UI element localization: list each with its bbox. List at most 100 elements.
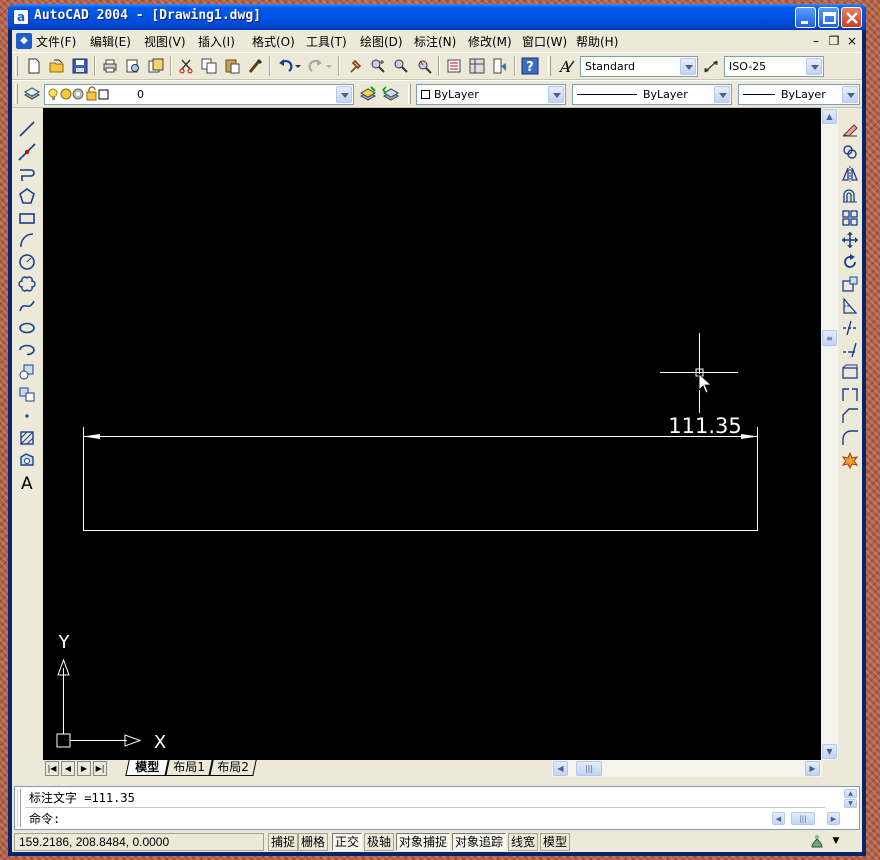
command-window-grip[interactable] <box>17 789 21 827</box>
rotate-icon[interactable] <box>838 251 862 273</box>
extend-icon[interactable] <box>838 339 862 361</box>
close-button[interactable] <box>841 7 862 28</box>
zoom-previous-icon[interactable] <box>414 56 434 76</box>
tab-nav-next-button[interactable]: ▶ <box>77 761 91 776</box>
revision-cloud-icon[interactable] <box>15 273 39 295</box>
scroll-left-button[interactable]: ◀ <box>553 761 568 776</box>
paste-icon[interactable] <box>222 56 242 76</box>
explode-icon[interactable] <box>838 449 862 471</box>
mirror-icon[interactable] <box>838 163 862 185</box>
chevron-down-icon[interactable] <box>680 58 696 75</box>
fillet-icon[interactable] <box>838 427 862 449</box>
open-folder-icon[interactable] <box>47 56 67 76</box>
command-scroll-up-button[interactable]: ▲ <box>844 789 857 798</box>
circle-icon[interactable] <box>15 251 39 273</box>
print-icon[interactable] <box>100 56 120 76</box>
model-space-toggle[interactable]: 模型 <box>540 833 571 851</box>
menu-dimension[interactable]: 标注(N) <box>414 33 456 50</box>
pan-realtime-icon[interactable] <box>345 56 365 76</box>
communication-center-icon[interactable] <box>808 833 826 851</box>
vertical-scrollbar[interactable]: ▲ ≡ ▼ <box>821 108 838 760</box>
undo-dropdown-icon[interactable] <box>293 56 303 76</box>
menu-format[interactable]: 格式(O) <box>252 33 295 50</box>
layer-previous-icon[interactable] <box>381 84 401 104</box>
status-menu-arrow-icon[interactable]: ▼ <box>830 836 842 848</box>
copy-icon[interactable] <box>199 56 219 76</box>
trim-icon[interactable] <box>838 317 862 339</box>
match-properties-icon[interactable] <box>245 56 265 76</box>
dimension-line[interactable] <box>83 434 758 439</box>
new-file-icon[interactable] <box>24 56 44 76</box>
menu-help[interactable]: 帮助(H) <box>576 33 618 50</box>
design-center-icon[interactable] <box>467 56 487 76</box>
zoom-window-icon[interactable] <box>391 56 411 76</box>
offset-icon[interactable] <box>838 185 862 207</box>
styles-toolbar-grip[interactable] <box>548 56 551 76</box>
cut-icon[interactable] <box>176 56 196 76</box>
chevron-down-icon[interactable] <box>806 58 822 75</box>
tab-model[interactable]: 模型 <box>125 760 169 776</box>
tool-palettes-icon[interactable] <box>490 56 510 76</box>
title-bar[interactable]: a AutoCAD 2004 - [Drawing1.dwg] <box>8 4 866 30</box>
region-icon[interactable] <box>15 449 39 471</box>
minimize-button[interactable] <box>795 7 816 28</box>
osnap-toggle[interactable]: 对象捕捉 <box>396 833 451 851</box>
tab-layout2[interactable]: 布局2 <box>209 760 257 776</box>
document-system-icon[interactable]: ◆ <box>16 33 32 49</box>
make-block-icon[interactable] <box>15 383 39 405</box>
autocad-app-icon[interactable]: a <box>13 9 29 25</box>
point-icon[interactable] <box>15 405 39 427</box>
layer-properties-manager-icon[interactable] <box>22 84 42 104</box>
polar-toggle[interactable]: 极轴 <box>364 833 395 851</box>
toolbar-grip[interactable] <box>15 56 18 76</box>
insert-block-icon[interactable] <box>15 361 39 383</box>
chevron-down-icon[interactable] <box>842 86 858 103</box>
doc-minimize-button[interactable]: – <box>808 34 824 48</box>
save-icon[interactable] <box>70 56 90 76</box>
linetype-control-select[interactable]: ByLayer <box>572 84 732 105</box>
menu-modify[interactable]: 修改(M) <box>468 33 512 50</box>
construction-line-icon[interactable] <box>15 141 39 163</box>
text-style-select[interactable]: Standard <box>580 56 698 77</box>
lineweight-toggle[interactable]: 线宽 <box>508 833 539 851</box>
dimension-style-icon[interactable] <box>702 56 722 76</box>
snap-toggle[interactable]: 捕捉 <box>268 833 299 851</box>
polygon-icon[interactable] <box>15 185 39 207</box>
lineweight-control-select[interactable]: ByLayer <box>738 84 860 105</box>
vertical-scroll-thumb[interactable]: ≡ <box>822 330 837 346</box>
chevron-down-icon[interactable] <box>548 86 564 103</box>
undo-icon[interactable] <box>275 56 295 76</box>
move-icon[interactable] <box>838 229 862 251</box>
horizontal-scroll-thumb[interactable]: ||| <box>576 761 602 776</box>
chevron-down-icon[interactable] <box>336 86 352 103</box>
plot-preview-icon[interactable] <box>123 56 143 76</box>
menu-view[interactable]: 视图(V) <box>144 33 186 50</box>
command-scroll-left-button[interactable]: ◀ <box>772 812 785 825</box>
tab-nav-first-button[interactable]: |◀ <box>45 761 59 776</box>
menu-insert[interactable]: 插入(I) <box>198 33 235 50</box>
chevron-down-icon[interactable] <box>714 86 730 103</box>
coordinate-display[interactable]: 159.2186, 208.8484, 0.0000 <box>14 833 264 851</box>
properties-toolbar-grip[interactable] <box>408 84 411 104</box>
arc-icon[interactable] <box>15 229 39 251</box>
dimension-style-select[interactable]: ISO-25 <box>724 56 824 77</box>
command-scroll-down-button[interactable]: ▼ <box>844 799 857 808</box>
menu-file[interactable]: 文件(F) <box>36 33 76 50</box>
grid-toggle[interactable]: 栅格 <box>298 833 329 851</box>
line-icon[interactable] <box>15 118 39 140</box>
help-icon[interactable]: ? <box>520 56 540 76</box>
scale-icon[interactable] <box>838 273 862 295</box>
scroll-up-button[interactable]: ▲ <box>822 109 837 124</box>
tab-nav-prev-button[interactable]: ◀ <box>61 761 75 776</box>
ellipse-icon[interactable] <box>15 317 39 339</box>
make-object-layer-current-icon[interactable] <box>358 84 378 104</box>
text-style-icon[interactable]: A <box>557 56 577 76</box>
command-prompt[interactable]: 命令: <box>29 810 60 827</box>
layer-select[interactable]: 0 <box>44 84 354 105</box>
ellipse-arc-icon[interactable] <box>15 339 39 361</box>
drawing-canvas[interactable]: 111.35 Y X <box>43 108 821 760</box>
break-icon[interactable] <box>838 383 862 405</box>
scroll-down-button[interactable]: ▼ <box>822 744 837 759</box>
menu-window[interactable]: 窗口(W) <box>522 33 567 50</box>
chamfer-icon[interactable] <box>838 405 862 427</box>
